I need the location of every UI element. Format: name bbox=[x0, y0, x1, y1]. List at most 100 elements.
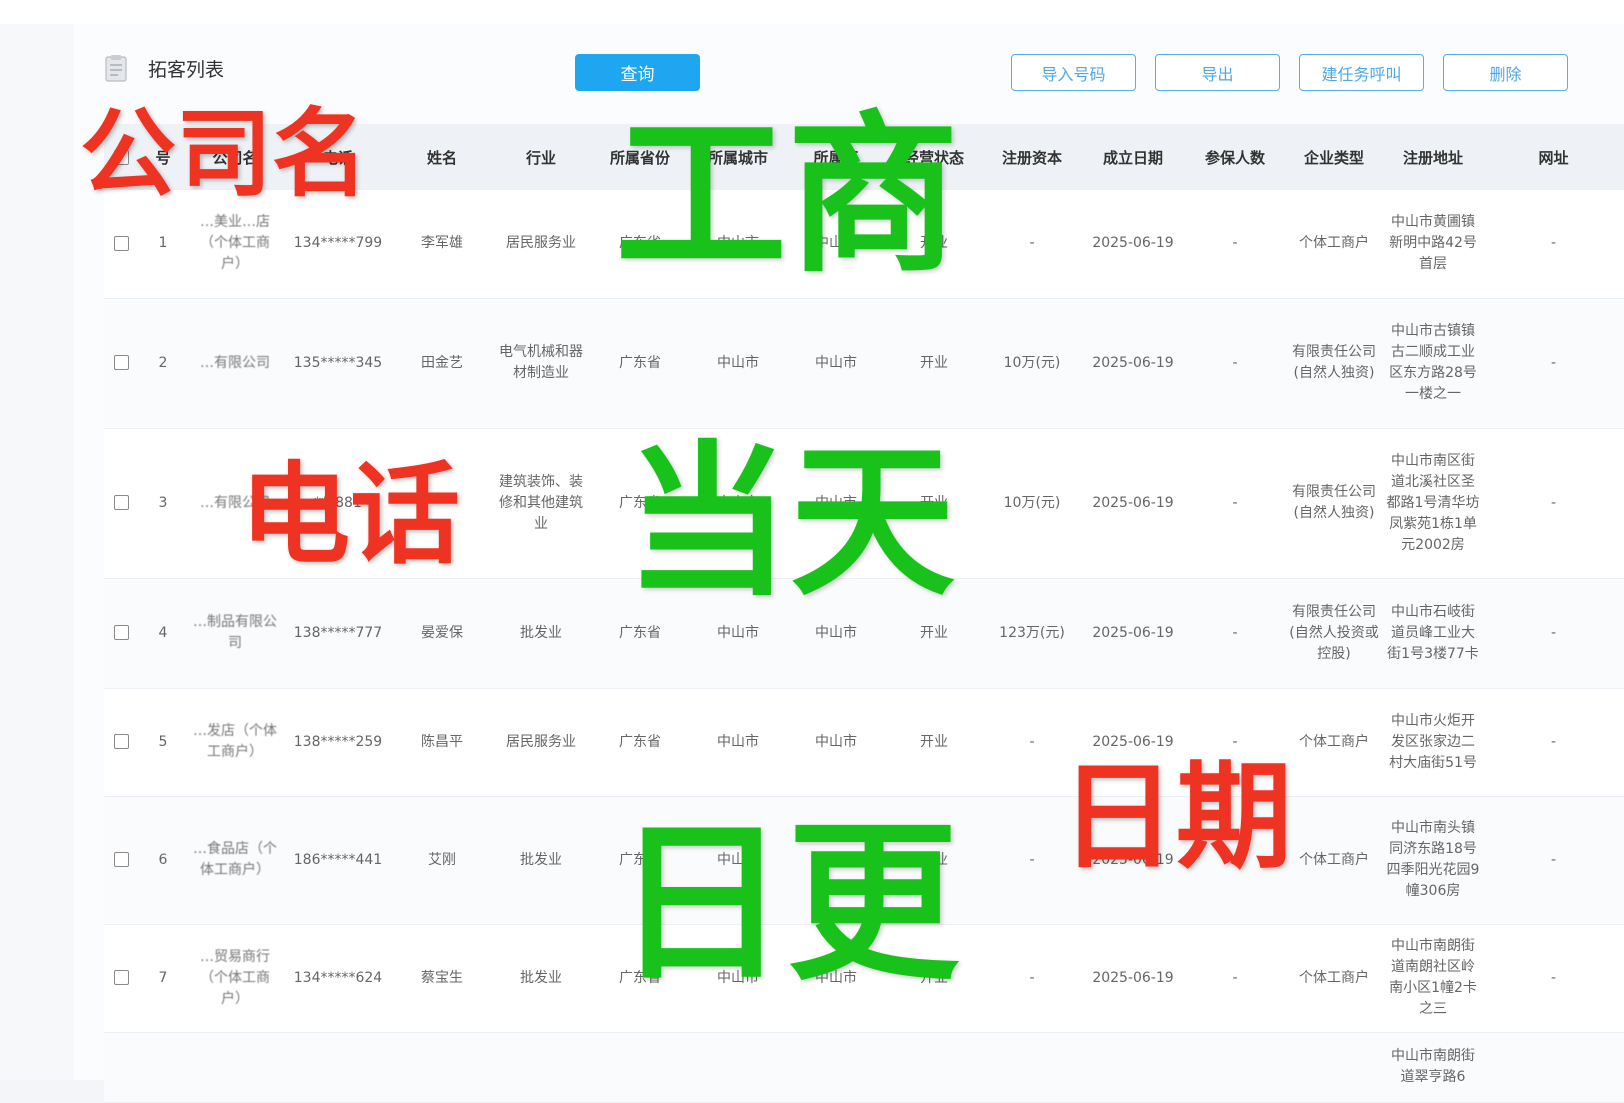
cell-name bbox=[393, 1032, 491, 1103]
cell-type: 有限责任公司(自然人独资) bbox=[1285, 298, 1383, 429]
row-select-cell bbox=[104, 924, 139, 1033]
header-insured: 参保人数 bbox=[1185, 124, 1285, 190]
cell-name: 蔡宝生 bbox=[393, 924, 491, 1033]
cell-name: 艾刚 bbox=[393, 796, 491, 925]
table-row[interactable]: 2 …有限公司 135*****345 田金艺 电气机械和器材制造业 广东省 中山市 中山市开… bbox=[104, 298, 1624, 429]
import-numbers-button[interactable]: 导入号码 bbox=[1011, 54, 1136, 91]
cell-status: 开业 bbox=[885, 298, 983, 429]
row-select-cell bbox=[104, 796, 139, 925]
clipboard-icon bbox=[105, 55, 127, 82]
row-checkbox[interactable] bbox=[114, 625, 129, 640]
cell-company: …制品有限公司 bbox=[187, 578, 283, 689]
create-call-task-button[interactable]: 建任务呼叫 bbox=[1299, 54, 1424, 91]
cell-capital: 123万(元) bbox=[983, 578, 1081, 689]
row-checkbox[interactable] bbox=[114, 355, 129, 370]
cell-phone: 135*****345 bbox=[283, 298, 393, 429]
cell-district: 中山市 bbox=[787, 298, 885, 429]
cell-insured: - bbox=[1185, 298, 1285, 429]
cell-no: 4 bbox=[139, 578, 187, 689]
cell-industry: 批发业 bbox=[491, 924, 591, 1033]
cell-capital: - bbox=[983, 190, 1081, 299]
cell-type: 个体工商户 bbox=[1285, 796, 1383, 925]
cell-phone: 138*****259 bbox=[283, 688, 393, 797]
top-bar bbox=[0, 0, 1624, 25]
cell-no: 3 bbox=[139, 428, 187, 579]
cell-province bbox=[591, 1032, 689, 1103]
cell-type: 个体工商户 bbox=[1285, 688, 1383, 797]
cell-address: 中山市南区街道北溪社区圣都路1号清华坊凤紫苑1栋1单元2002房 bbox=[1383, 428, 1483, 579]
table-row[interactable]: 5 …发店（个体工商户） 138*****259 陈昌平 居民服务业 广东省 中山市 中山市开… bbox=[104, 688, 1624, 797]
cell-insured: - bbox=[1185, 190, 1285, 299]
cell-date bbox=[1081, 1032, 1185, 1103]
header-industry: 行业 bbox=[491, 124, 591, 190]
cell-date: 2025-06-19 bbox=[1081, 924, 1185, 1033]
cell-city: 中山市 bbox=[689, 688, 787, 797]
left-gutter bbox=[0, 24, 74, 1080]
cell-insured: - bbox=[1185, 578, 1285, 689]
cell-city bbox=[689, 1032, 787, 1103]
row-checkbox[interactable] bbox=[114, 235, 129, 251]
row-checkbox[interactable] bbox=[114, 495, 129, 510]
overlay-business: 工商 bbox=[615, 95, 959, 296]
cell-company bbox=[187, 1032, 283, 1103]
query-button[interactable]: 查询 bbox=[575, 54, 700, 91]
row-checkbox[interactable] bbox=[114, 734, 129, 749]
page-title: 拓客列表 bbox=[148, 59, 225, 81]
header-website: 网址 bbox=[1483, 124, 1624, 190]
cell-name: 晏爱保 bbox=[393, 578, 491, 689]
cell-name: 李军雄 bbox=[393, 190, 491, 299]
cell-industry: 批发业 bbox=[491, 578, 591, 689]
cell-date: 2025-06-19 bbox=[1081, 578, 1185, 689]
cell-district: 中山市 bbox=[787, 688, 885, 797]
cell-phone bbox=[283, 1032, 393, 1103]
cell-city: 中山市 bbox=[689, 298, 787, 429]
row-checkbox[interactable] bbox=[114, 970, 129, 985]
row-select-cell bbox=[104, 688, 139, 797]
cell-insured bbox=[1185, 1032, 1285, 1103]
cell-no: 7 bbox=[139, 924, 187, 1033]
overlay-company-name: 公司名 bbox=[80, 98, 368, 210]
cell-status: 开业 bbox=[885, 688, 983, 797]
export-button[interactable]: 导出 bbox=[1155, 54, 1280, 91]
cell-capital: 10万(元) bbox=[983, 298, 1081, 429]
cell-industry: 居民服务业 bbox=[491, 190, 591, 299]
cell-address: 中山市火炬开发区张家边二村大庙街51号 bbox=[1383, 688, 1483, 797]
cell-company: …食品店（个体工商户） bbox=[187, 796, 283, 925]
cell-name: 田金艺 bbox=[393, 298, 491, 429]
cell-industry: 居民服务业 bbox=[491, 688, 591, 797]
cell-capital bbox=[983, 1032, 1081, 1103]
header-name: 姓名 bbox=[393, 124, 491, 190]
cell-address: 中山市南朗街道南朗社区岭南小区1幢2卡之三 bbox=[1383, 924, 1483, 1033]
cell-website: - bbox=[1483, 298, 1624, 429]
cell-website: - bbox=[1483, 428, 1624, 579]
cell-industry: 批发业 bbox=[491, 796, 591, 925]
cell-website: - bbox=[1483, 190, 1624, 299]
cell-insured: - bbox=[1185, 924, 1285, 1033]
cell-name: 陈昌平 bbox=[393, 688, 491, 797]
cell-address: 中山市黄圃镇新明中路42号首层 bbox=[1383, 190, 1483, 299]
table-row[interactable]: 中山市南朗街道翠亨路6 bbox=[104, 1032, 1624, 1103]
cell-capital: - bbox=[983, 924, 1081, 1033]
cell-date: 2025-06-19 bbox=[1081, 298, 1185, 429]
row-checkbox[interactable] bbox=[114, 852, 129, 867]
row-select-cell bbox=[104, 298, 139, 429]
cell-date: 2025-06-19 bbox=[1081, 190, 1185, 299]
cell-no: 6 bbox=[139, 796, 187, 925]
cell-insured: - bbox=[1185, 428, 1285, 579]
cell-company: …贸易商行（个体工商户） bbox=[187, 924, 283, 1033]
cell-website: - bbox=[1483, 578, 1624, 689]
header-address: 注册地址 bbox=[1383, 124, 1483, 190]
cell-type: 有限责任公司(自然人独资) bbox=[1285, 428, 1383, 579]
cell-website bbox=[1483, 1032, 1624, 1103]
row-select-cell bbox=[104, 428, 139, 579]
cell-phone: 134*****624 bbox=[283, 924, 393, 1033]
cell-address: 中山市南头镇同济东路18号四季阳光花园9幢306房 bbox=[1383, 796, 1483, 925]
delete-button[interactable]: 删除 bbox=[1443, 54, 1568, 91]
cell-website: - bbox=[1483, 688, 1624, 797]
header-capital: 注册资本 bbox=[983, 124, 1081, 190]
cell-website: - bbox=[1483, 924, 1624, 1033]
cell-district bbox=[787, 1032, 885, 1103]
cell-no: 5 bbox=[139, 688, 187, 797]
cell-phone: 186*****441 bbox=[283, 796, 393, 925]
overlay-phone: 电话 bbox=[240, 451, 460, 579]
